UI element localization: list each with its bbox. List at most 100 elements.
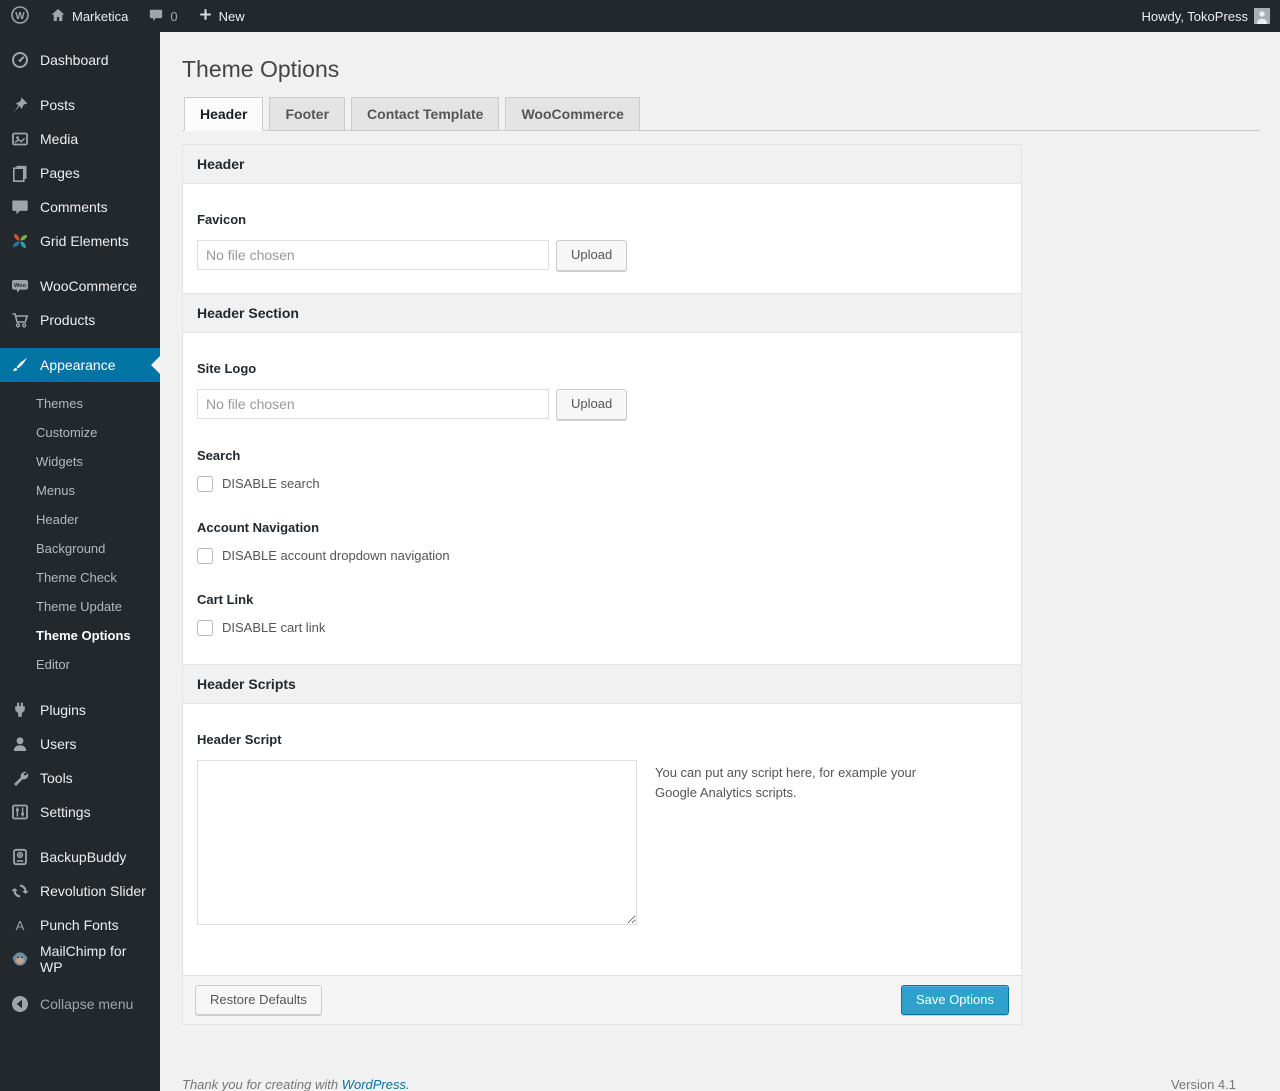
submenu-item-theme-update[interactable]: Theme Update (0, 592, 160, 621)
submenu-item-widgets[interactable]: Widgets (0, 447, 160, 476)
user-icon (10, 734, 30, 754)
cart-icon (10, 310, 30, 330)
sidebar-item-grid-elements[interactable]: Grid Elements (0, 224, 160, 258)
submenu-item-menus[interactable]: Menus (0, 476, 160, 505)
disable-account-nav-checkbox-label[interactable]: DISABLE account dropdown navigation (222, 548, 450, 563)
comment-count: 0 (170, 8, 178, 24)
svg-text:Woo: Woo (14, 283, 27, 289)
plug-icon (10, 700, 30, 720)
theme-options-panel: Header Favicon Upload Header Section Sit… (182, 143, 1022, 1026)
tab-woocommerce[interactable]: WooCommerce (505, 96, 640, 131)
submenu-item-themes[interactable]: Themes (0, 389, 160, 418)
disable-account-nav-checkbox[interactable] (197, 547, 213, 564)
home-icon (50, 7, 66, 26)
header-options-body: Site Logo Upload Search DISABLE search A… (183, 361, 1021, 664)
monkey-icon (10, 949, 30, 969)
section-header-scripts: Header Scripts (183, 663, 1021, 704)
appearance-submenu: Themes Customize Widgets Menus Header Ba… (0, 382, 160, 693)
comment-bubble-icon (148, 7, 164, 26)
sidebar-item-label: Plugins (40, 702, 86, 718)
submenu-item-customize[interactable]: Customize (0, 418, 160, 447)
header-script-textarea[interactable] (197, 759, 637, 925)
panel-footer: Restore Defaults Save Options (183, 974, 1021, 1025)
site-logo-upload-button[interactable]: Upload (556, 388, 628, 420)
section-title: Header Section (197, 304, 299, 321)
disable-search-checkbox[interactable] (197, 475, 213, 492)
favicon-upload-button[interactable]: Upload (556, 239, 628, 271)
sidebar-item-appearance[interactable]: Appearance (0, 348, 160, 382)
wrench-icon (10, 768, 30, 788)
media-icon (10, 129, 30, 149)
header-script-description: You can put any script here, for example… (655, 764, 917, 800)
submenu-item-editor[interactable]: Editor (0, 650, 160, 679)
site-logo-file-input[interactable] (197, 389, 549, 420)
collapse-menu-button[interactable]: Collapse menu (0, 987, 160, 1021)
admin-bar: W Marketica 0 New Howdy, TokoPress (0, 0, 1280, 32)
sidebar-item-label: Comments (40, 199, 108, 215)
disable-cart-link-checkbox[interactable] (197, 619, 213, 636)
sidebar-item-label: Media (40, 131, 79, 147)
wordpress-menu[interactable]: W (0, 0, 40, 32)
wordpress-logo-icon: W (10, 5, 30, 28)
site-logo-label: Site Logo (197, 360, 257, 376)
sidebar-item-comments[interactable]: Comments (0, 190, 160, 224)
sidebar-item-label: Products (40, 312, 96, 328)
pages-icon (10, 163, 30, 183)
dashboard-icon (10, 50, 30, 70)
sidebar-item-posts[interactable]: Posts (0, 88, 160, 122)
wordpress-link[interactable]: WordPress. (342, 1077, 410, 1091)
tab-footer[interactable]: Footer (269, 96, 346, 131)
sidebar-item-pages[interactable]: Pages (0, 156, 160, 190)
restore-defaults-button[interactable]: Restore Defaults (195, 984, 322, 1016)
howdy-text: Howdy, TokoPress (1141, 8, 1248, 24)
sidebar-item-dashboard[interactable]: Dashboard (0, 43, 160, 77)
account-menu[interactable]: Howdy, TokoPress (1132, 0, 1280, 32)
sidebar-item-plugins[interactable]: Plugins (0, 693, 160, 727)
submenu-item-theme-check[interactable]: Theme Check (0, 563, 160, 592)
submenu-item-header[interactable]: Header (0, 505, 160, 534)
disable-cart-link-checkbox-label[interactable]: DISABLE cart link (222, 620, 325, 635)
svg-text:A: A (16, 918, 25, 933)
header-script-label: Header Script (197, 731, 282, 747)
tab-header[interactable]: Header (184, 96, 264, 131)
sidebar-item-backupbuddy[interactable]: BackupBuddy (0, 840, 160, 874)
submenu-item-background[interactable]: Background (0, 534, 160, 563)
sidebar-item-label: Settings (40, 804, 91, 820)
sidebar-item-products[interactable]: Products (0, 303, 160, 337)
sidebar-item-mailchimp[interactable]: MailChimp for WP (0, 942, 160, 976)
sidebar-item-tools[interactable]: Tools (0, 761, 160, 795)
sidebar-item-users[interactable]: Users (0, 727, 160, 761)
comments-shortcut[interactable]: 0 (138, 0, 187, 32)
footer-thanks: Thank you for creating with WordPress. (182, 1077, 410, 1091)
page-footer: Thank you for creating with WordPress. V… (182, 1077, 1248, 1091)
tab-contact-template[interactable]: Contact Template (351, 96, 500, 131)
sidebar-item-label: Grid Elements (40, 233, 129, 249)
header-section-body: Favicon Upload (183, 212, 1021, 293)
sidebar-item-settings[interactable]: Settings (0, 795, 160, 829)
submenu-item-theme-options[interactable]: Theme Options (0, 621, 160, 650)
new-label: New (218, 8, 245, 24)
new-content-menu[interactable]: New (188, 0, 255, 32)
save-options-button[interactable]: Save Options (900, 984, 1009, 1016)
favicon-file-input[interactable] (197, 240, 549, 271)
sidebar-item-label: Punch Fonts (40, 917, 119, 933)
sidebar-item-woocommerce[interactable]: Woo WooCommerce (0, 269, 160, 303)
favicon-label: Favicon (197, 211, 247, 227)
version-text: Version 4.1 (1170, 1077, 1236, 1091)
woocommerce-badge-icon: Woo (10, 276, 30, 296)
sidebar-item-label: Users (40, 736, 77, 752)
collapse-arrow-icon (10, 994, 30, 1014)
disable-search-checkbox-label[interactable]: DISABLE search (222, 476, 320, 491)
sidebar-item-revolution-slider[interactable]: Revolution Slider (0, 874, 160, 908)
letter-a-icon: A (10, 915, 30, 935)
section-title: Header Scripts (197, 675, 296, 692)
avatar (1254, 8, 1270, 24)
sidebar-item-label: MailChimp for WP (40, 943, 127, 975)
drive-icon (10, 847, 30, 867)
cart-link-label: Cart Link (197, 591, 254, 607)
sidebar-item-punch-fonts[interactable]: A Punch Fonts (0, 908, 160, 942)
sidebar-item-media[interactable]: Media (0, 122, 160, 156)
tab-bar: Header Footer Contact Template WooCommerce (182, 96, 1260, 131)
sidebar-item-label: Pages (40, 165, 80, 181)
site-link[interactable]: Marketica (40, 0, 138, 32)
